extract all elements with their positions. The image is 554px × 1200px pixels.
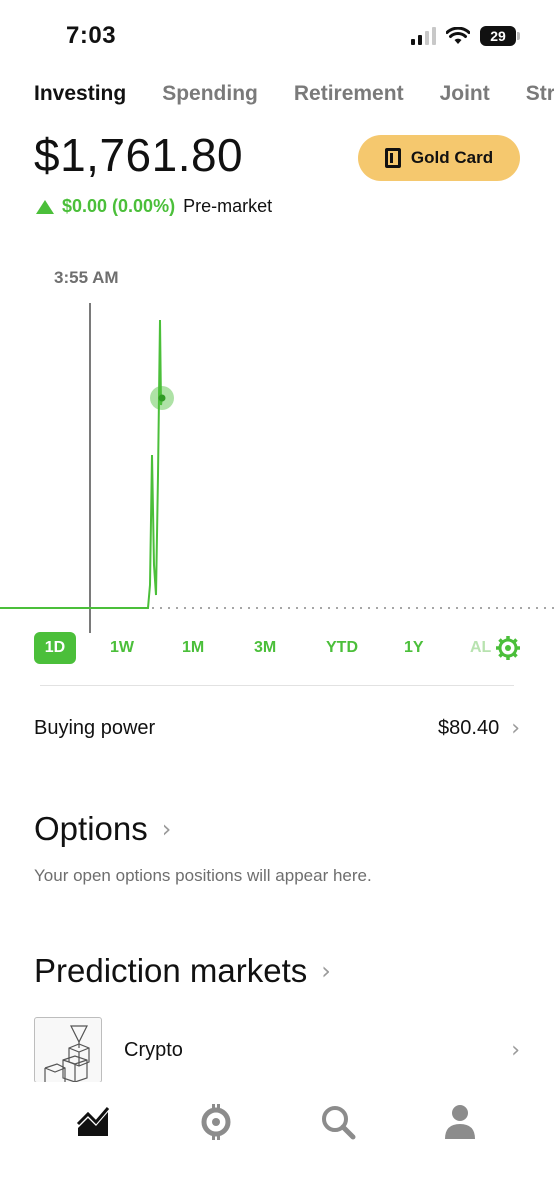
account-icon (445, 1105, 475, 1139)
crypto-label: Crypto (124, 1038, 183, 1061)
battery-level: 29 (490, 28, 506, 44)
range-1d[interactable]: 1D (34, 632, 76, 664)
range-1y[interactable]: 1Y (404, 632, 424, 664)
search-icon (322, 1106, 356, 1140)
buying-power-right: $80.40 › (438, 716, 520, 741)
gold-card-button[interactable]: Gold Card (358, 135, 520, 181)
chevron-right-icon: › (321, 957, 331, 985)
chart-settings-gear-icon[interactable] (496, 636, 520, 660)
status-icons: 29 (411, 26, 520, 46)
nav-search[interactable] (318, 1102, 358, 1142)
buying-power-label: Buying power (34, 717, 156, 739)
options-empty-note: Your open options positions will appear … (34, 866, 372, 885)
chevron-right-icon: › (511, 716, 520, 741)
chart-line (0, 319, 163, 609)
portfolio-balance: $1,761.80 (34, 129, 244, 181)
tab-investing[interactable]: Investing (34, 82, 126, 106)
portfolio-chart[interactable] (0, 255, 554, 635)
tab-joint[interactable]: Joint (440, 82, 490, 106)
prediction-markets-header[interactable]: Prediction markets › (34, 952, 331, 990)
gold-card-label: Gold Card (410, 148, 494, 167)
range-ytd[interactable]: YTD (326, 632, 358, 664)
tab-strategies[interactable]: Stra (526, 82, 554, 106)
chevron-right-icon: › (161, 815, 172, 843)
change-value: $0.00 (0.00%) (62, 196, 176, 216)
crypto-coin-icon (201, 1104, 231, 1140)
options-header[interactable]: Options › (34, 810, 171, 848)
range-selector: 1D 1W 1M 3M YTD 1Y AL (34, 632, 520, 664)
divider (40, 685, 514, 686)
prediction-markets-title: Prediction markets (34, 952, 308, 989)
up-triangle-icon (36, 199, 54, 214)
bottom-nav (0, 1082, 554, 1200)
portfolio-change: $0.00 (0.00%) Pre-market (36, 196, 272, 217)
battery-icon: 29 (480, 26, 520, 46)
chevron-right-icon: › (511, 1037, 520, 1063)
chart-scrub-dot (158, 394, 166, 402)
crypto-cubes-icon (44, 1025, 90, 1082)
options-title: Options (34, 810, 148, 847)
range-1m[interactable]: 1M (182, 632, 204, 664)
nav-investing[interactable] (74, 1102, 114, 1142)
range-1w[interactable]: 1W (110, 632, 134, 664)
range-all[interactable]: AL (470, 632, 491, 664)
account-tabs: Investing Spending Retirement Joint Stra (34, 82, 554, 106)
tab-spending[interactable]: Spending (162, 82, 258, 106)
wifi-icon (446, 27, 470, 44)
status-bar: 7:03 29 (0, 0, 554, 70)
nav-account[interactable] (440, 1102, 480, 1142)
gold-card-icon (384, 148, 401, 168)
crypto-thumbnail (34, 1017, 102, 1083)
prediction-item-crypto[interactable]: Crypto › (34, 1017, 520, 1083)
chart-trend-icon (76, 1107, 110, 1136)
signal-icon (411, 27, 436, 45)
change-label: Pre-market (183, 196, 273, 216)
range-3m[interactable]: 3M (254, 632, 276, 664)
tab-retirement[interactable]: Retirement (294, 82, 404, 106)
status-time: 7:03 (66, 22, 117, 49)
nav-crypto[interactable] (196, 1102, 236, 1142)
buying-power-row[interactable]: Buying power $80.40 › (34, 716, 520, 741)
buying-power-value: $80.40 (438, 717, 500, 739)
crypto-item-left: Crypto (34, 1017, 183, 1083)
